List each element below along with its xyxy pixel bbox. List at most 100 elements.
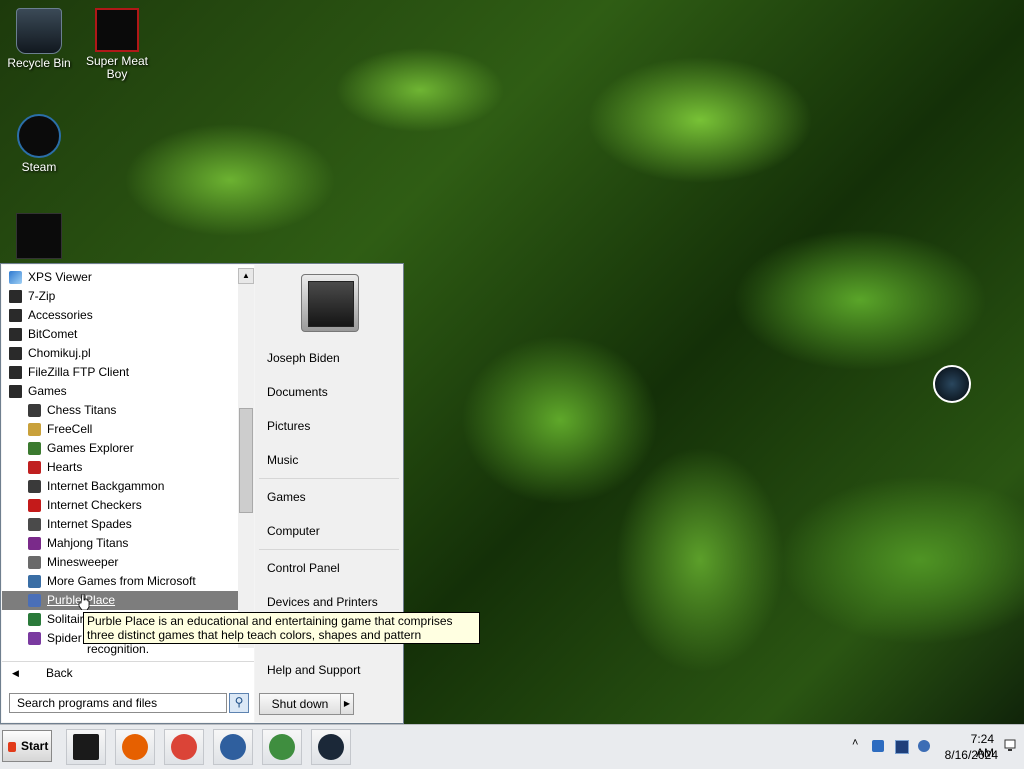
desktop-icon-label: Recycle Bin [7, 56, 71, 70]
games-explorer-icon [28, 442, 41, 455]
computer-link[interactable]: Computer [267, 521, 320, 541]
start-button[interactable]: Start [2, 730, 52, 762]
chrome-icon [171, 734, 197, 760]
folder-icon [9, 347, 22, 360]
all-programs-list: XPS Viewer 7-Zip Accessories BitComet Chomik… [2, 268, 238, 648]
freecell-icon [28, 423, 41, 436]
steam-shortcut[interactable]: Steam [1, 114, 77, 174]
program-label: Games [28, 384, 67, 398]
chess-icon [28, 404, 41, 417]
shut-down-options-arrow-icon[interactable]: ▶ [340, 693, 354, 715]
scroll-up-arrow-icon[interactable]: ▲ [238, 268, 254, 284]
program-label: More Games from Microsoft [47, 574, 196, 588]
program-item[interactable]: Hearts [2, 458, 238, 477]
program-item[interactable]: BitComet [2, 325, 238, 344]
program-item[interactable]: Internet Backgammon [2, 477, 238, 496]
program-item[interactable]: Games [2, 382, 238, 401]
search-icon[interactable]: ⚲ [229, 693, 249, 713]
program-label: Hearts [47, 460, 83, 474]
taskbar-app-network[interactable] [262, 729, 302, 765]
games-link[interactable]: Games [267, 487, 306, 507]
program-label: FileZilla FTP Client [28, 365, 130, 379]
program-item[interactable]: FileZilla FTP Client [2, 363, 238, 382]
back-button[interactable]: ◀ Back [2, 661, 254, 684]
taskbar-app-steam[interactable] [311, 729, 351, 765]
taskbar-app-generic[interactable] [66, 729, 106, 765]
steam-icon [17, 114, 61, 158]
taskbar-app-virtualbox[interactable] [213, 729, 253, 765]
show-hidden-icons-icon[interactable]: ˄ [852, 737, 864, 749]
back-label: Back [46, 666, 73, 680]
control-panel-link[interactable]: Control Panel [267, 558, 340, 578]
black-box-icon [73, 734, 99, 760]
show-desktop-button[interactable] [1003, 735, 1017, 757]
pictures-link[interactable]: Pictures [267, 416, 310, 436]
shut-down-button[interactable]: Shut down [259, 693, 341, 715]
menu-divider [259, 478, 399, 479]
program-label: Internet Checkers [47, 498, 142, 512]
taskbar-app-firefox[interactable] [115, 729, 155, 765]
program-item[interactable]: Minesweeper [2, 553, 238, 572]
more-games-icon [28, 575, 41, 588]
program-item[interactable]: Mahjong Titans [2, 534, 238, 553]
hand-cursor-icon [78, 594, 90, 610]
program-item[interactable]: Internet Checkers [2, 496, 238, 515]
taskbar-app-chrome[interactable] [164, 729, 204, 765]
program-label: Mahjong Titans [47, 536, 129, 550]
recycle-bin-icon [16, 8, 62, 54]
program-item[interactable]: 7-Zip [2, 287, 238, 306]
program-item[interactable]: More Games from Microsoft [2, 572, 238, 591]
super-meat-boy-icon [95, 8, 139, 52]
volume-icon[interactable] [918, 740, 930, 752]
taskbar: Start ˄ 7:24 AM 8/16/2024 [0, 724, 1024, 769]
xps-viewer-icon [9, 271, 22, 284]
program-item[interactable]: XPS Viewer [2, 268, 238, 287]
recycle-bin-shortcut[interactable]: Recycle Bin [1, 8, 77, 70]
steam-floating-icon[interactable] [933, 365, 971, 403]
desktop-icon-label: Super Meat Boy [85, 54, 149, 81]
bluetooth-icon[interactable] [872, 740, 884, 752]
hearts-icon [28, 461, 41, 474]
program-item[interactable]: Chomikuj.pl [2, 344, 238, 363]
app-shortcut-icon [16, 213, 62, 259]
network-icon[interactable] [895, 740, 909, 754]
scrollbar-thumb[interactable] [239, 408, 253, 513]
app-shortcut[interactable] [1, 213, 77, 262]
windows-logo-icon [8, 742, 16, 752]
solitaire-icon [28, 613, 41, 626]
program-item[interactable]: FreeCell [2, 420, 238, 439]
user-name-link[interactable]: Joseph Biden [267, 348, 340, 368]
steam-icon [318, 734, 344, 760]
super-meat-boy-shortcut[interactable]: Super Meat Boy [79, 8, 155, 81]
program-item[interactable]: Internet Spades [2, 515, 238, 534]
program-item[interactable]: Purble Place [2, 591, 238, 610]
network-users-icon [269, 734, 295, 760]
music-link[interactable]: Music [267, 450, 298, 470]
folder-icon [9, 309, 22, 322]
folder-icon [9, 328, 22, 341]
virtualbox-icon [220, 734, 246, 760]
program-item[interactable]: Accessories [2, 306, 238, 325]
search-input[interactable]: Search programs and files [9, 693, 227, 713]
clock-date[interactable]: 8/16/2024 [944, 748, 998, 762]
firefox-icon [122, 734, 148, 760]
programs-scrollbar[interactable]: ▲ [238, 268, 254, 648]
program-label: Accessories [28, 308, 93, 322]
program-item[interactable]: Chess Titans [2, 401, 238, 420]
spider-solitaire-icon [28, 632, 41, 645]
program-label: Chess Titans [47, 403, 117, 417]
help-support-link[interactable]: Help and Support [267, 660, 360, 680]
purble-place-icon [28, 594, 41, 607]
program-label: Minesweeper [47, 555, 119, 569]
program-label: BitComet [28, 327, 78, 341]
purble-place-tooltip: Purble Place is an educational and enter… [83, 612, 480, 656]
program-label: FreeCell [47, 422, 93, 436]
menu-divider [259, 549, 399, 550]
checkers-icon [28, 499, 41, 512]
program-item[interactable]: Games Explorer [2, 439, 238, 458]
user-avatar[interactable] [301, 274, 359, 332]
spades-icon [28, 518, 41, 531]
devices-printers-link[interactable]: Devices and Printers [267, 592, 378, 612]
documents-link[interactable]: Documents [267, 382, 328, 402]
back-arrow-icon: ◀ [12, 668, 19, 678]
